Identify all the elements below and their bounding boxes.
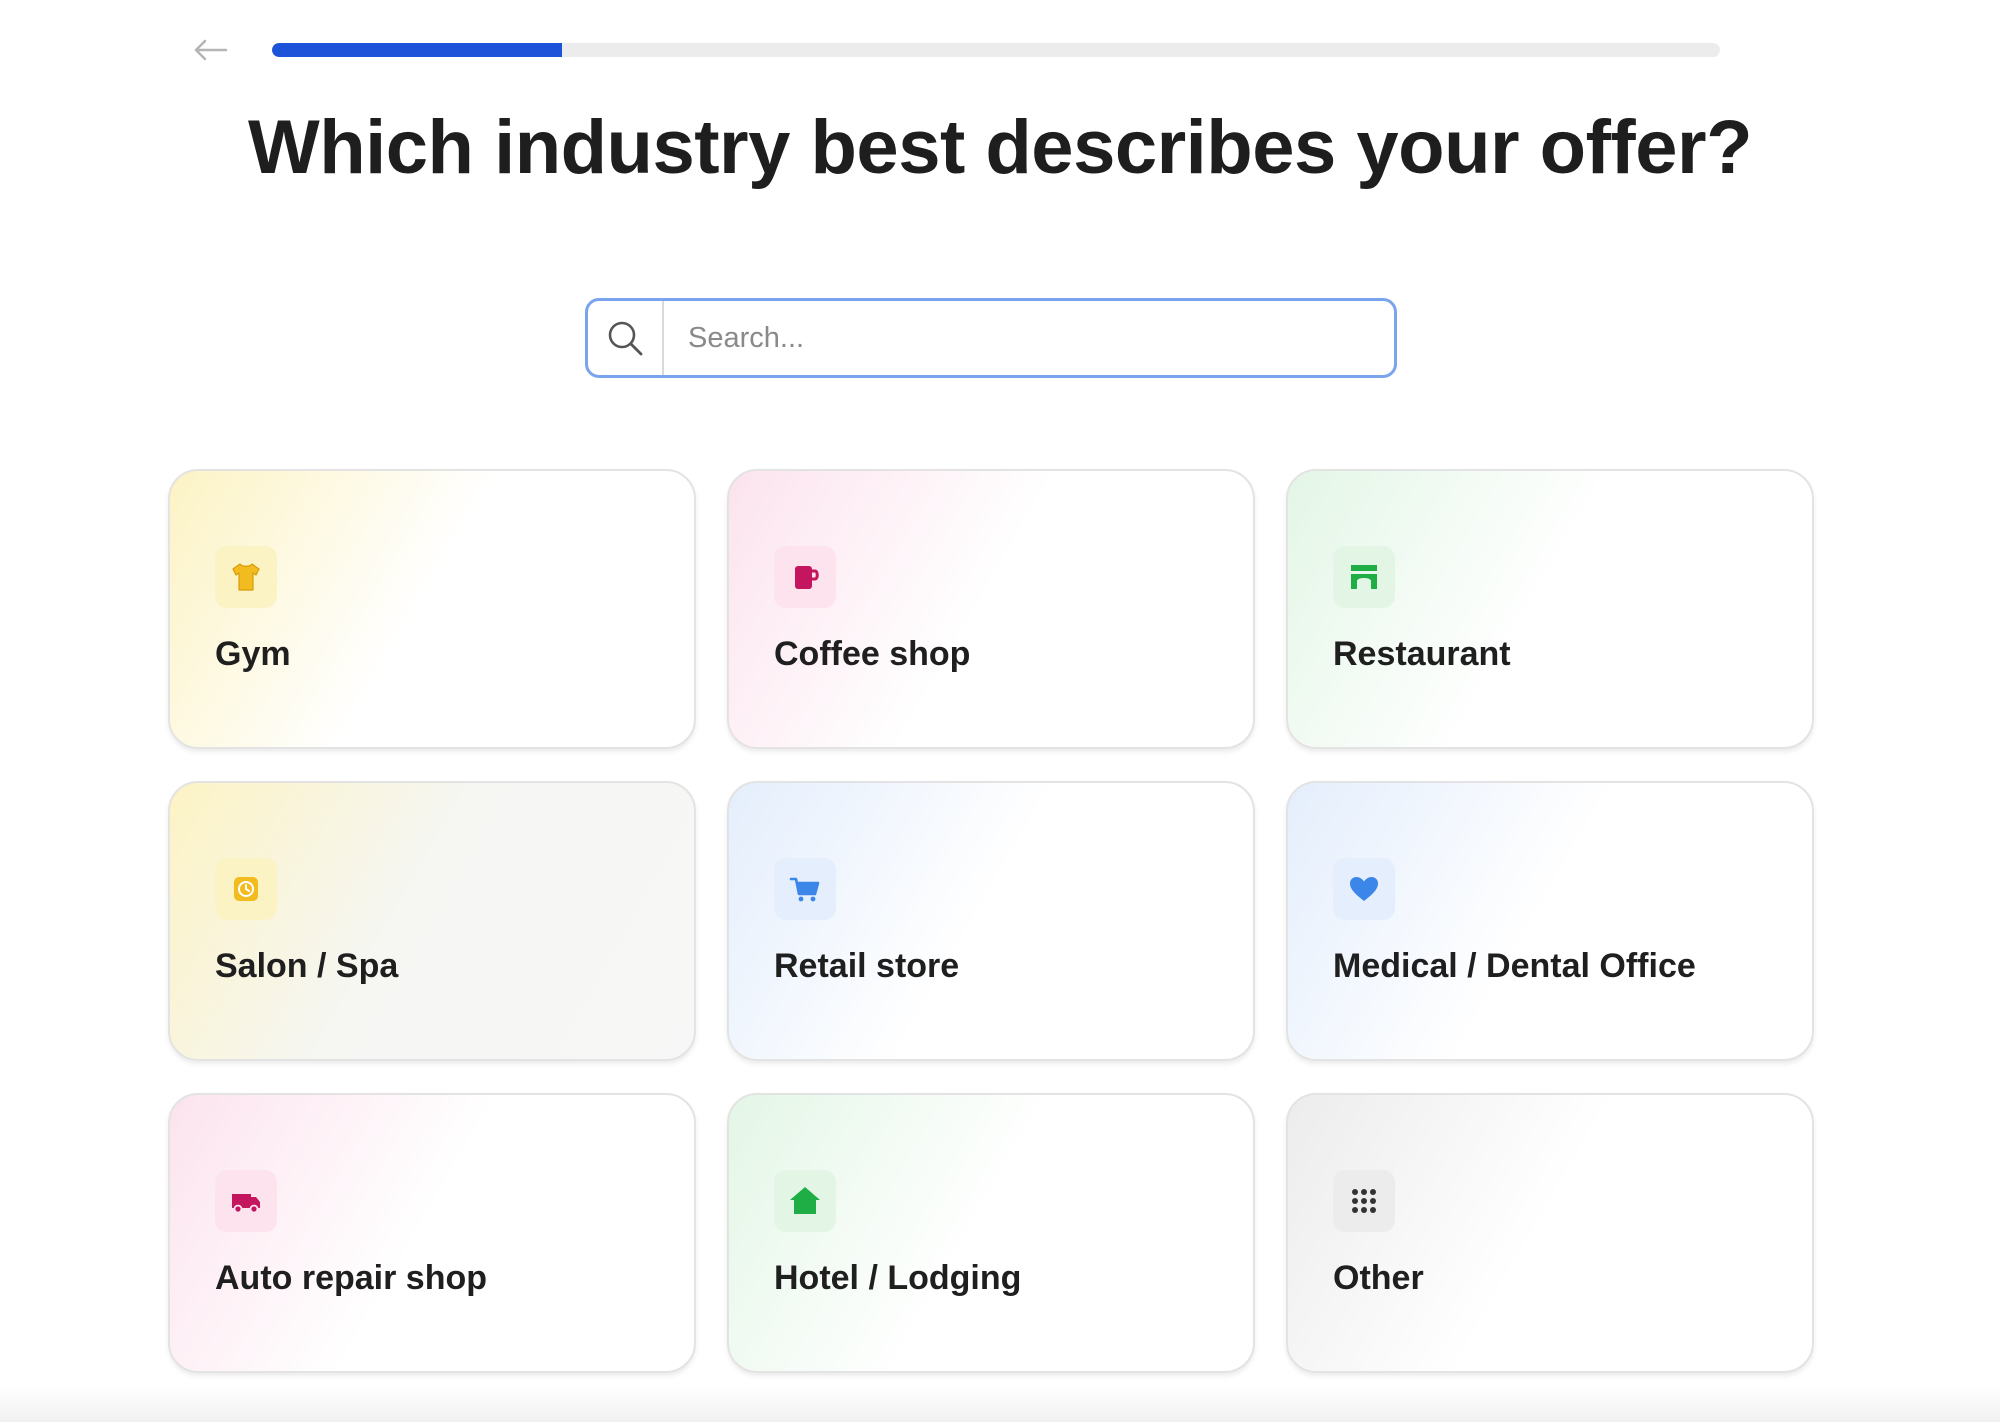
house-icon — [790, 1187, 820, 1214]
industry-card-coffee-shop[interactable]: Coffee shop — [727, 469, 1255, 749]
industry-card-label: Auto repair shop — [215, 1259, 488, 1297]
industry-card-label: Retail store — [774, 947, 960, 985]
industry-card-gym[interactable]: Gym — [168, 469, 696, 749]
bottom-fade — [0, 1384, 2000, 1422]
search-input[interactable] — [664, 301, 1394, 375]
shopping-cart-icon — [789, 877, 820, 902]
search-icon — [608, 321, 643, 356]
industry-card-auto-repair[interactable]: Auto repair shop — [168, 1093, 696, 1373]
coffee-mug-icon-tile — [774, 546, 836, 608]
industry-card-label: Other — [1333, 1259, 1424, 1297]
industry-card-label: Hotel / Lodging — [774, 1259, 1022, 1297]
industry-card-hotel-lodging[interactable]: Hotel / Lodging — [727, 1093, 1255, 1373]
industry-card-salon-spa[interactable]: Salon / Spa — [168, 781, 696, 1061]
tshirt-icon-tile — [215, 546, 277, 608]
grid-dots-icon-tile — [1333, 1170, 1395, 1232]
progress-bar — [272, 43, 1720, 57]
house-icon-tile — [774, 1170, 836, 1232]
industry-card-label: Salon / Spa — [215, 947, 399, 985]
storefront-icon-tile — [1333, 546, 1395, 608]
back-button[interactable] — [190, 33, 230, 67]
arrow-left-icon — [194, 39, 228, 61]
tshirt-icon — [232, 563, 260, 591]
clock-icon — [234, 877, 258, 901]
storefront-icon — [1351, 565, 1377, 589]
industry-grid: Gym Coffee shop Restaurant Salon / Spa R… — [168, 469, 1814, 1373]
search-box[interactable] — [585, 298, 1397, 378]
truck-icon — [232, 1194, 260, 1214]
search-icon-container[interactable] — [588, 301, 664, 375]
industry-card-label: Restaurant — [1333, 635, 1511, 673]
industry-card-other[interactable]: Other — [1286, 1093, 1814, 1373]
industry-card-restaurant[interactable]: Restaurant — [1286, 469, 1814, 749]
progress-bar-fill — [272, 43, 562, 57]
heart-icon-tile — [1333, 858, 1395, 920]
grid-dots-icon — [1352, 1189, 1376, 1213]
shopping-cart-icon-tile — [774, 858, 836, 920]
coffee-mug-icon — [795, 566, 819, 589]
industry-card-retail-store[interactable]: Retail store — [727, 781, 1255, 1061]
industry-card-label: Coffee shop — [774, 635, 971, 673]
industry-card-label: Gym — [215, 635, 291, 673]
clock-icon-tile — [215, 858, 277, 920]
truck-icon-tile — [215, 1170, 277, 1232]
industry-card-medical-dental[interactable]: Medical / Dental Office — [1286, 781, 1814, 1061]
industry-card-label: Medical / Dental Office — [1333, 947, 1696, 985]
page-title: Which industry best describes your offer… — [248, 105, 1753, 190]
heart-icon — [1350, 877, 1378, 901]
